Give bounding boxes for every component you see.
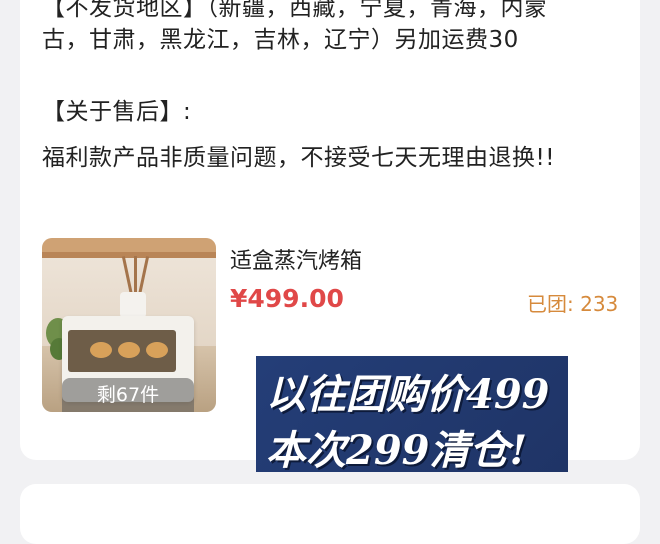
after-sales-heading: 【关于售后】:	[42, 99, 192, 125]
product-name[interactable]: 适盒蒸汽烤箱	[230, 243, 362, 275]
shipping-notice-line-1: 【不发货地区】（新疆，西藏，宁夏，青海，内蒙	[42, 0, 548, 21]
sold-count: 已团: 233	[527, 292, 619, 316]
after-sales-policy: 福利款产品非质量问题，不接受七天无理由退换!!	[42, 145, 555, 171]
stock-badge: 剩67件	[62, 378, 194, 412]
promo-line-1: 以往团购价499	[266, 371, 550, 418]
promo-line-2: 本次299清仓!	[266, 427, 528, 472]
next-card	[20, 484, 640, 544]
promo-banner: 以往团购价499 本次299清仓!	[256, 356, 568, 472]
product-price: ¥499.00	[230, 284, 344, 313]
shipping-notice-line-2: 古，甘肃，黑龙江，吉林，辽宁）另加运费30	[42, 27, 519, 53]
